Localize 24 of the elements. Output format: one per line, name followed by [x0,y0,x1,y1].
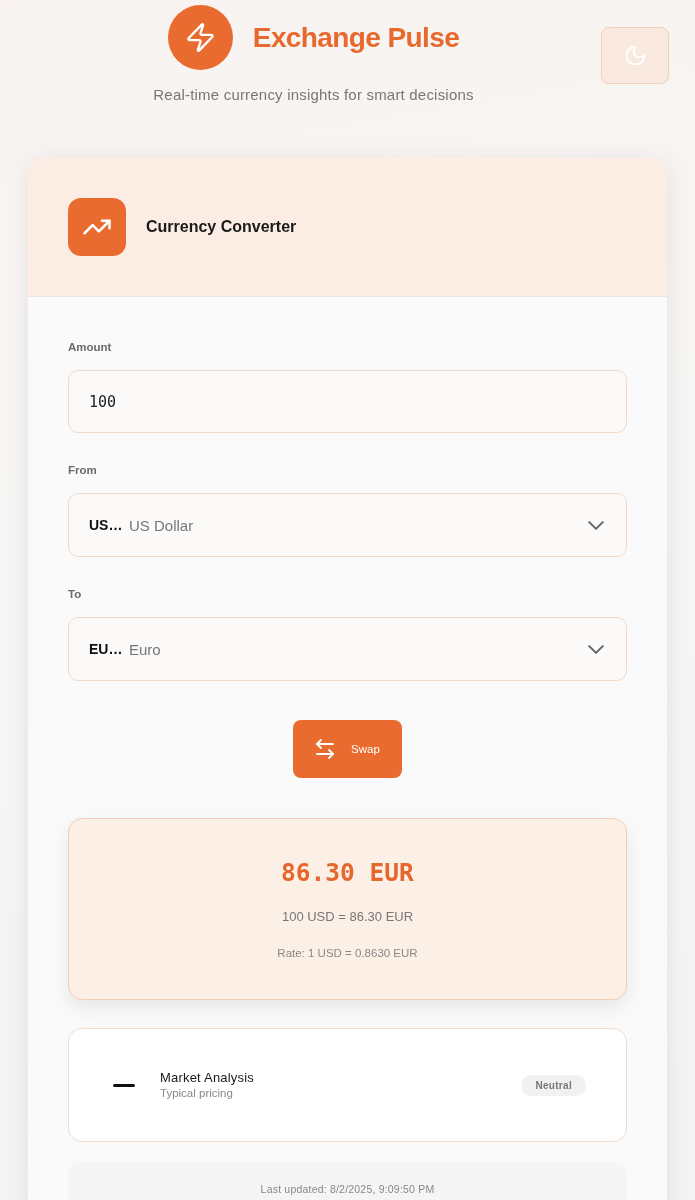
market-title: Market Analysis [160,1069,255,1086]
trending-up-icon [68,198,126,256]
market-subtitle: Typical pricing [160,1085,233,1101]
exchange-rate-text: Rate: 1 USD = 0.8630 EUR [277,946,418,961]
field-label: To [68,587,82,601]
last-updated-text: Last updated: 8/2/2025, 9:09:50 PM [260,1183,435,1196]
currency-select[interactable]: EU… Euro [68,617,627,681]
app-title: Exchange Pulse [252,20,460,55]
lightning-icon [167,5,233,70]
app-subtitle: Real-time currency insights for smart decisions [153,86,474,104]
trend-badge: Neutral [521,1074,586,1096]
converted-amount: 86.30 EUR [281,858,414,888]
conversion-equation: 100 USD = 86.30 EUR [281,908,414,926]
chevron-down-icon [588,644,604,654]
field-label: Amount [68,340,112,354]
field-label: From [68,463,97,477]
card-title: Currency Converter [146,218,297,236]
chevron-down-icon [588,520,604,530]
currency-select[interactable]: US… US Dollar [68,493,627,557]
theme-toggle-button[interactable] [601,27,669,84]
swap-arrows-icon [315,739,336,759]
dash-icon [113,1083,135,1087]
amount-input[interactable]: 100 [68,370,627,433]
moon-icon [625,46,645,65]
